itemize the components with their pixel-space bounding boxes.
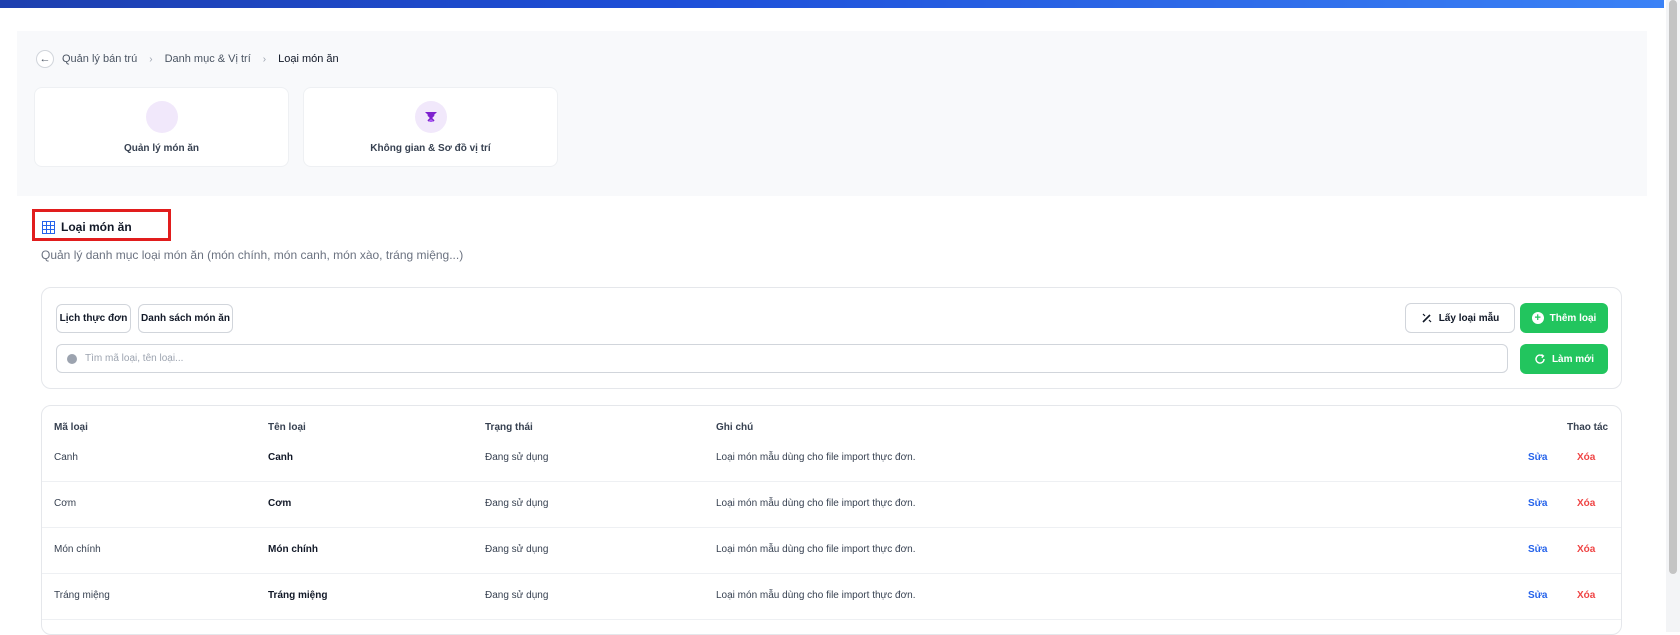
cell-name: Cơm bbox=[268, 498, 292, 509]
refresh-button[interactable]: Làm mới bbox=[1520, 344, 1608, 374]
section-subtitle: Quản lý danh mục loại món ăn (món chính,… bbox=[41, 248, 464, 262]
cell-name: Tráng miệng bbox=[268, 590, 328, 601]
search-icon bbox=[67, 353, 77, 364]
header-thao-tac: Thao tác bbox=[1567, 422, 1609, 433]
sample-button[interactable]: Lấy loại mẫu bbox=[1405, 303, 1515, 333]
delete-button[interactable]: Xóa bbox=[1577, 452, 1595, 463]
data-table: Mã loại Tên loại Trạng thái Ghi chú Thao… bbox=[41, 405, 1622, 635]
tab-danh-sach-mon-an[interactable]: Danh sách món ăn bbox=[138, 304, 233, 333]
edit-button[interactable]: Sửa bbox=[1528, 590, 1547, 601]
add-type-button-label: Thêm loại bbox=[1549, 312, 1597, 324]
table-row: Cơm Cơm Đang sử dụng Loại món mẫu dùng c… bbox=[42, 482, 1621, 528]
top-gradient-bar bbox=[0, 0, 1664, 8]
plus-circle-icon: + bbox=[1531, 312, 1544, 324]
cell-code: Canh bbox=[54, 452, 78, 463]
sample-button-label: Lấy loại mẫu bbox=[1438, 312, 1500, 324]
card-label: Quản lý món ăn bbox=[123, 143, 199, 154]
search-placeholder: Tìm mã loại, tên loại... bbox=[85, 353, 184, 364]
magic-wand-icon bbox=[1422, 313, 1432, 323]
header-ten-loai: Tên loại bbox=[268, 422, 306, 433]
toolbar-panel: Lịch thực đơn Danh sách món ăn Lấy loại … bbox=[41, 287, 1622, 389]
tab-lich-thuc-don[interactable]: Lịch thực đơn bbox=[56, 304, 131, 333]
breadcrumb-item-danh-muc[interactable]: Danh mục & Vị trí bbox=[165, 53, 251, 65]
cell-name: Món chính bbox=[268, 544, 318, 555]
edit-button[interactable]: Sửa bbox=[1528, 544, 1547, 555]
card-quan-ly-mon-an[interactable]: Quản lý món ăn bbox=[34, 87, 289, 167]
chevron-right-icon: › bbox=[149, 53, 153, 65]
delete-button[interactable]: Xóa bbox=[1577, 498, 1595, 509]
dish-icon bbox=[145, 101, 178, 133]
cell-status: Đang sử dụng bbox=[485, 544, 549, 555]
back-arrow-icon[interactable]: ← bbox=[36, 50, 54, 68]
location-map-icon bbox=[414, 101, 447, 133]
header-trang-thai: Trạng thái bbox=[485, 422, 533, 433]
cell-code: Món chính bbox=[54, 544, 101, 555]
edit-button[interactable]: Sửa bbox=[1528, 452, 1547, 463]
highlight-box bbox=[32, 209, 171, 241]
table-row: Món chính Món chính Đang sử dụng Loại mó… bbox=[42, 528, 1621, 574]
cell-note: Loại món mẫu dùng cho file import thực đ… bbox=[716, 590, 916, 601]
cell-status: Đang sử dụng bbox=[485, 590, 549, 601]
card-khong-gian-so-do[interactable]: Không gian & Sơ đồ vị trí bbox=[303, 87, 558, 167]
breadcrumb: ← Quản lý bán trú › Danh mục & Vị trí › … bbox=[36, 49, 339, 69]
scrollbar[interactable] bbox=[1666, 0, 1680, 632]
refresh-button-label: Làm mới bbox=[1551, 353, 1595, 365]
cell-code: Cơm bbox=[54, 498, 77, 509]
card-label: Không gian & Sơ đồ vị trí bbox=[370, 143, 491, 154]
search-input[interactable]: Tìm mã loại, tên loại... bbox=[56, 344, 1508, 373]
table-row: Tráng miệng Tráng miệng Đang sử dụng Loạ… bbox=[42, 574, 1621, 620]
cell-code: Tráng miệng bbox=[54, 590, 110, 601]
chevron-right-icon: › bbox=[262, 53, 267, 65]
delete-button[interactable]: Xóa bbox=[1577, 590, 1595, 601]
breadcrumb-item-ban-tru[interactable]: Quản lý bán trú bbox=[62, 53, 137, 65]
delete-button[interactable]: Xóa bbox=[1577, 544, 1595, 555]
breadcrumb-current: Loại món ăn bbox=[278, 53, 339, 65]
refresh-icon bbox=[1535, 354, 1545, 364]
header-ghi-chu: Ghi chú bbox=[716, 422, 754, 433]
cell-note: Loại món mẫu dùng cho file import thực đ… bbox=[716, 498, 916, 509]
table-row: Canh Canh Đang sử dụng Loại món mẫu dùng… bbox=[42, 436, 1621, 482]
cell-note: Loại món mẫu dùng cho file import thực đ… bbox=[716, 544, 916, 555]
scrollbar-thumb[interactable] bbox=[1669, 0, 1677, 574]
cell-status: Đang sử dụng bbox=[485, 452, 549, 463]
cell-status: Đang sử dụng bbox=[485, 498, 549, 509]
add-type-button[interactable]: + Thêm loại bbox=[1520, 303, 1608, 333]
cell-name: Canh bbox=[268, 452, 293, 463]
header-ma-loai: Mã loại bbox=[54, 422, 88, 433]
edit-button[interactable]: Sửa bbox=[1528, 498, 1547, 509]
cell-note: Loại món mẫu dùng cho file import thực đ… bbox=[716, 452, 916, 463]
